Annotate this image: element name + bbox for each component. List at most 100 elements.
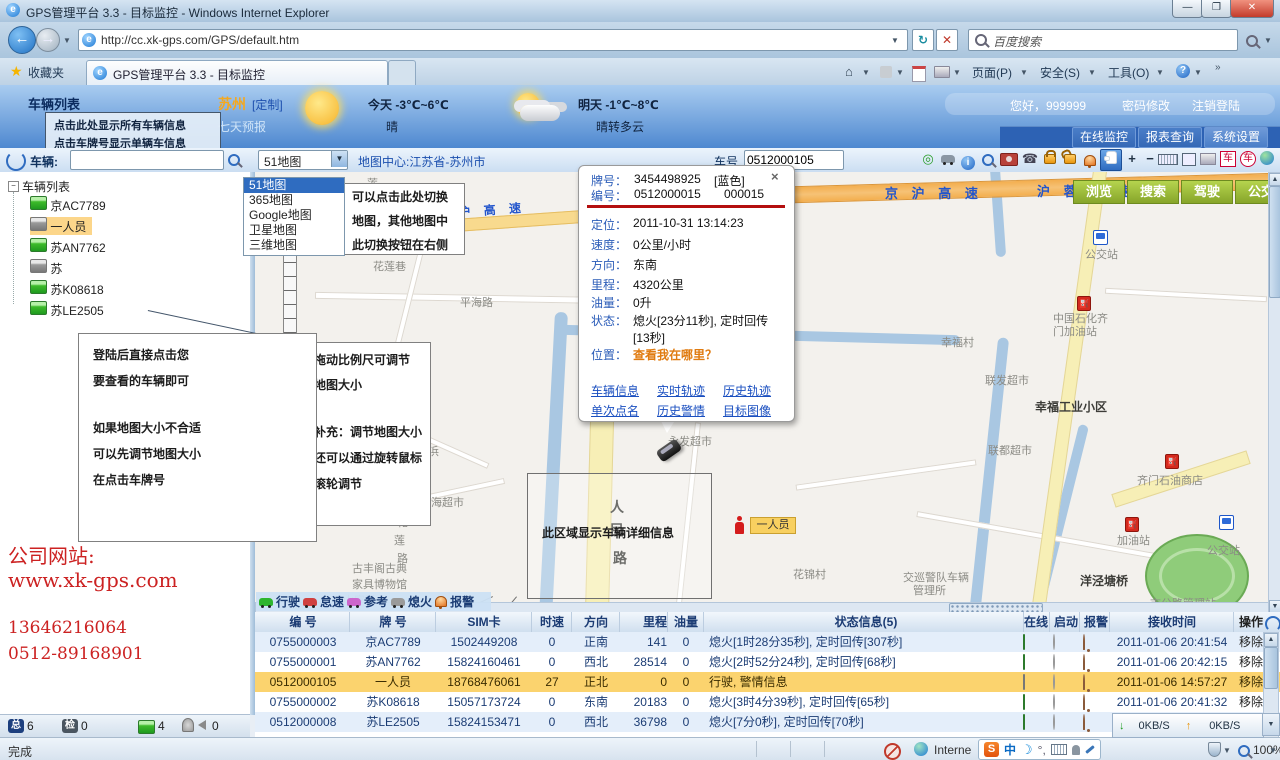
weather-custom-link[interactable]: [定制]: [252, 96, 283, 113]
header-online[interactable]: 在线: [1023, 612, 1050, 632]
vehicle-search-input[interactable]: [70, 150, 224, 170]
person-marker[interactable]: [735, 522, 744, 531]
header-id[interactable]: 编 号: [257, 612, 350, 632]
menu-tools-dropdown-icon[interactable]: ▼: [1156, 68, 1164, 77]
unlock-icon[interactable]: [1060, 148, 1080, 168]
help-icon[interactable]: ?: [1176, 64, 1190, 78]
new-tab-stub[interactable]: [388, 60, 416, 86]
netbox-dropdown-icon[interactable]: ▼: [1262, 713, 1280, 736]
scroll-up-icon[interactable]: ▲: [1269, 173, 1280, 186]
locate-target-icon[interactable]: ◎: [918, 149, 938, 169]
weather-forecast-link[interactable]: 七天预报: [218, 118, 266, 135]
person-marker-label[interactable]: 一人员: [750, 517, 796, 534]
map-option-satellite[interactable]: 卫星地图: [244, 223, 344, 238]
tree-item-vehicle-4[interactable]: 苏: [30, 259, 62, 277]
tree-root-label[interactable]: 车辆列表: [22, 178, 70, 195]
sogou-ime-bar[interactable]: S 中 ☽ °,: [978, 739, 1101, 760]
map-type-select[interactable]: 51地图 ▼: [258, 150, 348, 170]
nav-report-query[interactable]: 报表查询: [1138, 127, 1202, 148]
map-btn-search[interactable]: 搜索: [1127, 180, 1179, 204]
table-row[interactable]: 0755000002 苏K08618 15057173724 0 东南 2018…: [255, 692, 1280, 712]
print-dropdown-icon[interactable]: ▼: [953, 68, 961, 77]
refresh-vehicles-icon[interactable]: [6, 151, 26, 171]
measure-area-icon[interactable]: [1182, 153, 1196, 166]
header-direction[interactable]: 方向: [573, 612, 620, 632]
search-placeholder[interactable]: 百度搜索: [993, 33, 1041, 50]
more-toolbar-icon[interactable]: »: [1215, 62, 1221, 73]
search-box[interactable]: 百度搜索: [968, 29, 1238, 51]
restore-button[interactable]: ❐: [1201, 0, 1232, 18]
popup-close-icon[interactable]: ×: [771, 169, 779, 184]
popup-link-target-image[interactable]: 目标图像: [723, 402, 771, 419]
zoom-in-icon[interactable]: +: [1122, 149, 1142, 169]
browser-tab[interactable]: e GPS管理平台 3.3 - 目标监控: [86, 60, 388, 86]
menu-page-dropdown-icon[interactable]: ▼: [1020, 68, 1028, 77]
back-button[interactable]: ←: [8, 26, 36, 54]
weather-city[interactable]: 苏州: [218, 94, 246, 114]
cell-plate[interactable]: 一人员: [351, 672, 435, 692]
vehicle-name[interactable]: 京AC7789: [50, 199, 105, 213]
menu-safety[interactable]: 安全(S): [1040, 64, 1080, 81]
table-row-selected[interactable]: 0512000105 一人员 18768476061 27 正北 0 0 行驶,…: [255, 672, 1280, 692]
map-option-365[interactable]: 365地图: [244, 193, 344, 208]
ime-punct-icon[interactable]: °,: [1038, 743, 1046, 757]
header-operation[interactable]: 操作: [1235, 612, 1267, 632]
measure-ruler-icon[interactable]: [1158, 154, 1178, 165]
map-option-3d[interactable]: 三维地图: [244, 238, 344, 253]
table-row[interactable]: 0755000003 京AC7789 1502449208 0 正南 141 0…: [255, 632, 1280, 652]
pan-hand-icon[interactable]: [1100, 149, 1122, 171]
page-vscrollbar-thumb[interactable]: [1269, 186, 1280, 298]
print-icon[interactable]: [934, 66, 950, 78]
tree-collapse-icon[interactable]: −: [8, 181, 19, 192]
shield-dropdown-icon[interactable]: ▼: [1223, 746, 1231, 755]
header-mileage[interactable]: 里程: [621, 612, 668, 632]
protected-mode-shield-icon[interactable]: [1208, 742, 1221, 757]
header-receive-time[interactable]: 接收时间: [1111, 612, 1234, 632]
map-btn-bus[interactable]: 公交: [1235, 180, 1268, 204]
map-btn-drive[interactable]: 驾驶: [1181, 180, 1233, 204]
header-alarm[interactable]: 报警: [1083, 612, 1110, 632]
nav-online-monitor[interactable]: 在线监控: [1072, 127, 1136, 148]
table-row[interactable]: 0755000001 苏AN7762 15824160461 0 西北 2851…: [255, 652, 1280, 672]
popup-link-history-track[interactable]: 历史轨迹: [723, 382, 771, 399]
refresh-button[interactable]: ↻: [912, 29, 934, 51]
ime-keyboard-icon[interactable]: [1051, 744, 1067, 755]
vehicle-name[interactable]: 一人员: [50, 220, 86, 234]
history-dropdown-icon[interactable]: ▼: [63, 36, 71, 45]
home-dropdown-icon[interactable]: ▼: [862, 68, 870, 77]
vehicle-mode-icon[interactable]: 车: [1220, 151, 1236, 167]
speaker-icon[interactable]: [198, 720, 206, 730]
cell-plate[interactable]: 苏K08618: [351, 692, 435, 712]
vehicle-name[interactable]: 苏LE2505: [50, 304, 103, 318]
vehicle-name[interactable]: 苏K08618: [50, 283, 103, 297]
search-go-icon[interactable]: [1246, 35, 1258, 47]
cell-plate[interactable]: 苏AN7762: [351, 652, 435, 672]
menu-page[interactable]: 页面(P): [972, 64, 1012, 81]
tree-item-vehicle-6[interactable]: 苏LE2505: [30, 301, 104, 319]
url-text[interactable]: http://cc.xk-gps.com/GPS/default.htm: [101, 33, 299, 47]
table-scroll-up-icon[interactable]: ▲: [1264, 633, 1278, 647]
help-dropdown-icon[interactable]: ▼: [1194, 68, 1202, 77]
header-status[interactable]: 状态信息(5): [705, 612, 1024, 632]
vehicle-name[interactable]: 苏AN7762: [50, 241, 105, 255]
ime-chinese-icon[interactable]: 中: [1004, 741, 1016, 758]
close-button[interactable]: ✕: [1230, 0, 1274, 18]
phone-icon[interactable]: ☎: [1020, 149, 1040, 169]
mute-bell-icon[interactable]: [182, 718, 194, 732]
vehicle-photo-icon[interactable]: [938, 149, 958, 169]
menu-tools[interactable]: 工具(O): [1108, 64, 1149, 81]
sogou-logo-icon[interactable]: S: [984, 742, 999, 757]
mail-icon[interactable]: [912, 66, 926, 82]
tree-item-vehicle-1[interactable]: 京AC7789: [30, 196, 106, 214]
home-icon[interactable]: ⌂: [845, 64, 853, 79]
query-search-icon[interactable]: [978, 152, 998, 172]
table-refresh-icon[interactable]: [1265, 616, 1280, 632]
map-type-dropdown-icon[interactable]: ▼: [331, 151, 347, 167]
url-field[interactable]: e http://cc.xk-gps.com/GPS/default.htm ▼: [78, 29, 908, 51]
header-sim[interactable]: SIM卡: [437, 612, 532, 632]
nav-system-settings[interactable]: 系统设置: [1204, 127, 1268, 148]
rss-icon[interactable]: [880, 66, 892, 78]
info-icon[interactable]: i: [958, 151, 978, 171]
rss-dropdown-icon[interactable]: ▼: [896, 68, 904, 77]
ime-user-icon[interactable]: [1072, 745, 1080, 755]
